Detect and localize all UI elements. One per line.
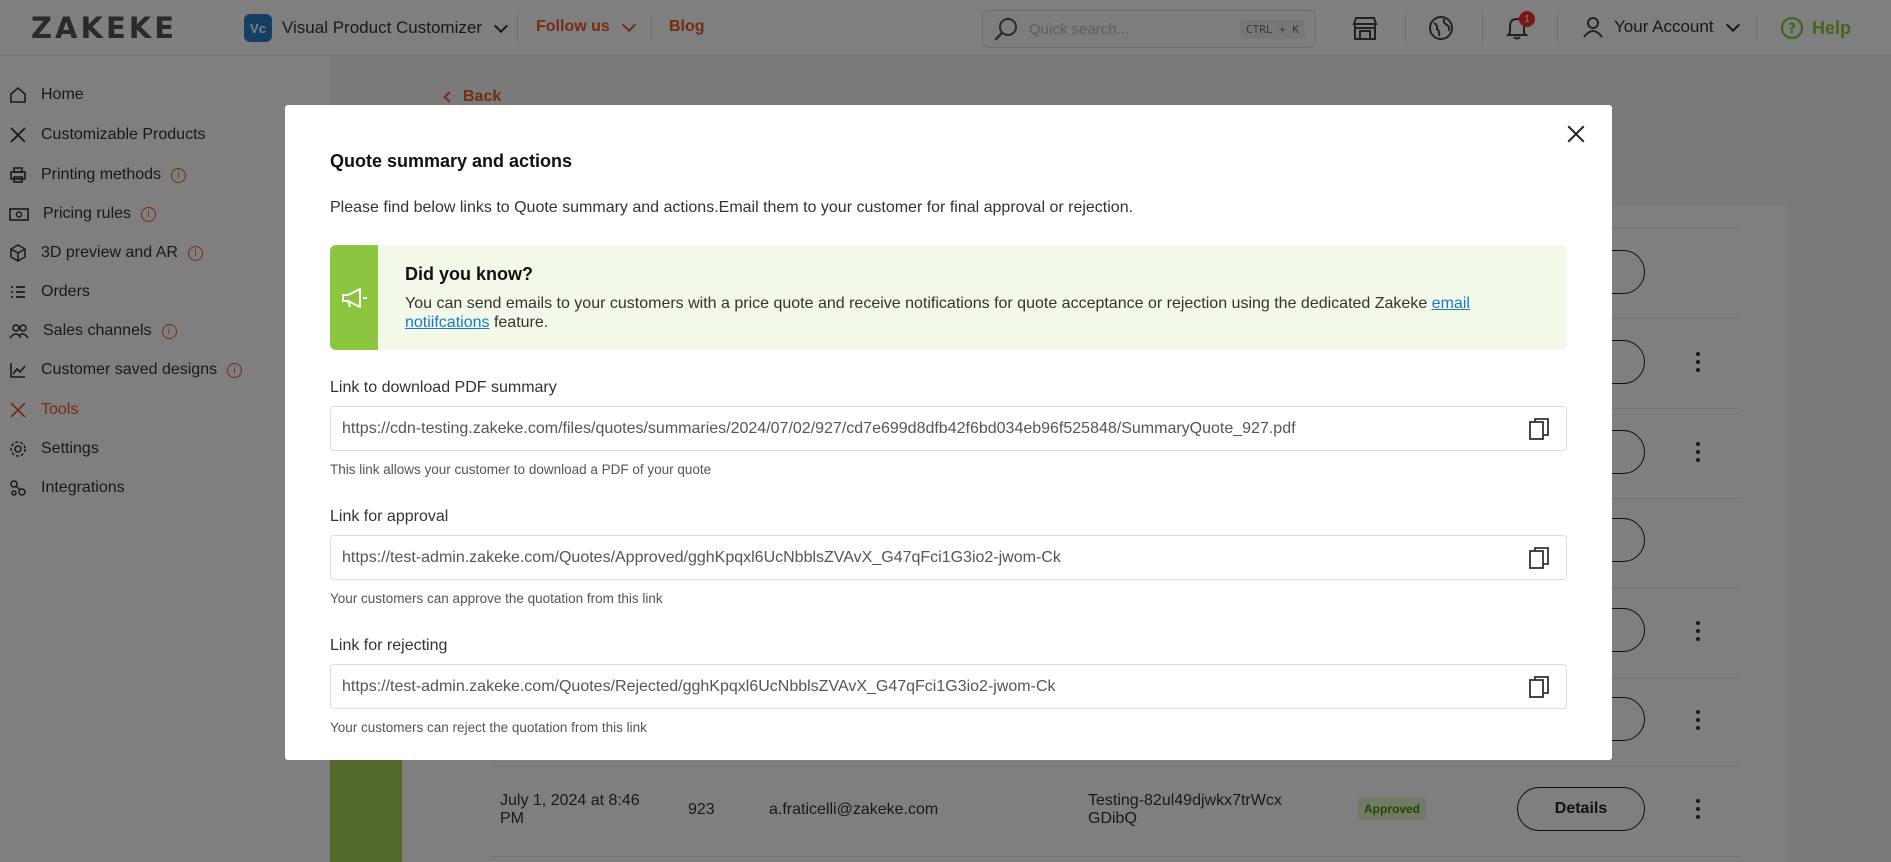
pdf-link-help: This link allows your customer to downlo…	[330, 462, 712, 477]
copy-icon[interactable]	[1528, 546, 1552, 570]
reject-link-help: Your customers can reject the quotation …	[330, 720, 647, 735]
pdf-link-field[interactable]: https://cdn-testing.zakeke.com/files/quo…	[330, 406, 1567, 451]
approval-link-help: Your customers can approve the quotation…	[330, 591, 663, 606]
reject-link-value[interactable]: https://test-admin.zakeke.com/Quotes/Rej…	[342, 678, 1056, 696]
copy-icon[interactable]	[1528, 417, 1552, 441]
did-you-know-banner: Did you know? You can send emails to you…	[330, 245, 1567, 350]
modal-intro: Please find below links to Quote summary…	[330, 199, 1134, 216]
tip-heading: Did you know?	[405, 264, 533, 284]
tip-text: You can send emails to your customers wi…	[405, 294, 1545, 332]
modal-title: Quote summary and actions	[330, 151, 573, 171]
pdf-link-value[interactable]: https://cdn-testing.zakeke.com/files/quo…	[342, 420, 1296, 438]
tip-body-text: You can send emails to your customers wi…	[405, 295, 1428, 312]
megaphone-icon	[342, 287, 367, 308]
approval-link-label: Link for approval	[330, 508, 449, 525]
reject-link-field[interactable]: https://test-admin.zakeke.com/Quotes/Rej…	[330, 664, 1567, 709]
close-icon[interactable]	[1564, 122, 1588, 146]
reject-link-label: Link for rejecting	[330, 637, 448, 654]
pdf-link-label: Link to download PDF summary	[330, 379, 557, 396]
tip-body-tail: feature.	[493, 314, 549, 331]
approval-link-value[interactable]: https://test-admin.zakeke.com/Quotes/App…	[342, 549, 1061, 567]
approval-link-field[interactable]: https://test-admin.zakeke.com/Quotes/App…	[330, 535, 1567, 580]
copy-icon[interactable]	[1528, 675, 1552, 699]
tip-bar	[330, 245, 378, 350]
